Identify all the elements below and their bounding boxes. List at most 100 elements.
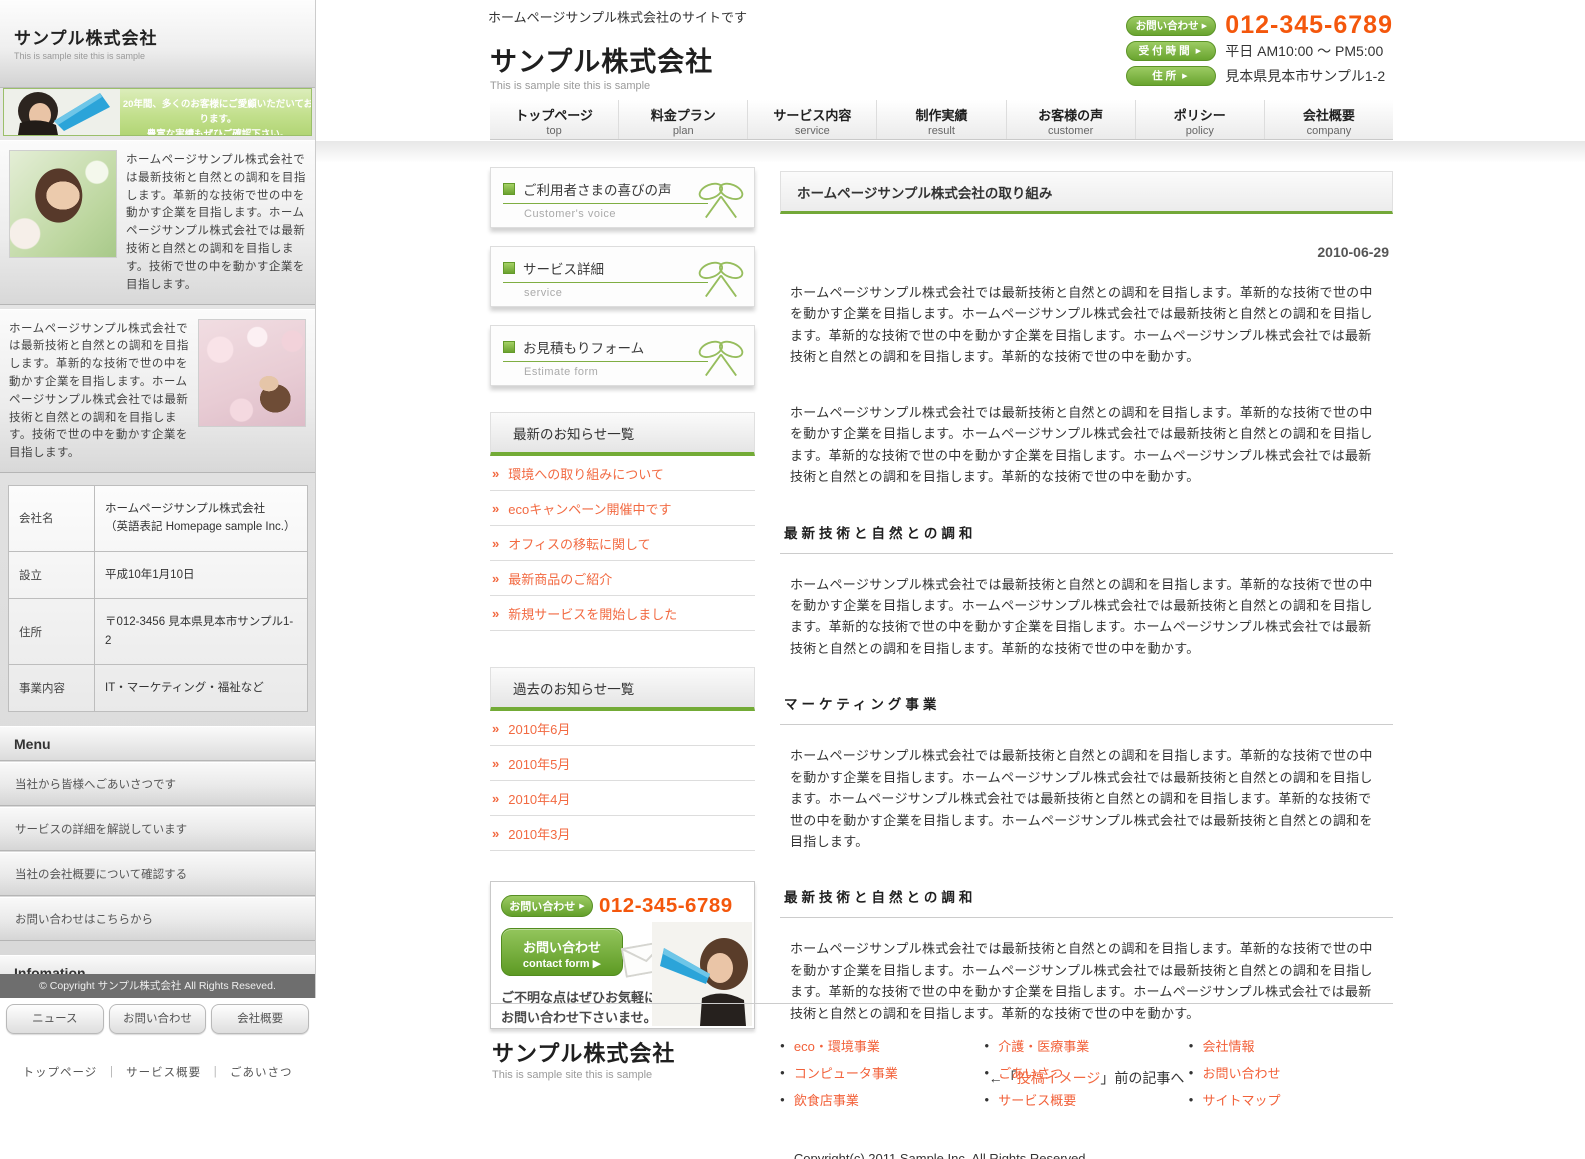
section-heading: 最新技術と自然との調和 — [780, 522, 1393, 554]
footer-link-item[interactable]: ● 飲食店事業 — [780, 1090, 984, 1109]
nav-sublabel: result — [877, 125, 1005, 137]
footer-link-item[interactable]: ● 会社情報 — [1189, 1036, 1393, 1055]
sidebar-logo-title: サンプル株式会社 — [14, 24, 315, 49]
nav-item-top[interactable]: トップページ top — [490, 100, 618, 139]
header: ホームページサンプル株式会社のサイトです サンプル株式会社 This is sa… — [316, 0, 1585, 100]
sidebar-logo-subtitle: This is sample site this is sample — [14, 51, 315, 61]
ribbon-icon — [694, 177, 748, 221]
promo-title: サービス詳細 — [523, 258, 604, 278]
news-item[interactable]: » 2010年6月 — [490, 711, 755, 746]
news-item[interactable]: » 2010年5月 — [490, 746, 755, 781]
section-paragraph: ホームページサンプル株式会社では最新技術と自然との調和を目指します。革新的な技術… — [780, 574, 1393, 660]
nav-item-service[interactable]: サービス内容 service — [747, 100, 876, 139]
nav-item-company[interactable]: 会社概要 company — [1264, 100, 1393, 139]
sidebar-promo-banner[interactable]: 20年間、多くのお客様にご愛顧いただいております。 豊富な実績もぜひご確認下さい… — [3, 88, 312, 136]
news-button[interactable]: ニュース — [6, 1004, 104, 1034]
sidebar-link-service[interactable]: サービス概要 — [126, 1067, 201, 1079]
footer-link: 介護・医療事業 — [998, 1036, 1089, 1055]
contact-form-button-label: お問い合わせ — [502, 937, 622, 956]
sidebar-copyright: © Copyright サンプル株式会社 All Rights Reseved. — [0, 974, 315, 998]
address-pill-label: 住所 — [1152, 68, 1179, 83]
table-row: 設立 平成10年1月10日 — [9, 551, 308, 598]
hours-pill[interactable]: 受付時間 ▶ — [1126, 41, 1216, 61]
news-item[interactable]: » オフィスの移転に関して — [490, 526, 755, 561]
sidebar-link-top[interactable]: トップページ — [22, 1067, 97, 1079]
news-link: 新規サービスを開始しました — [508, 604, 677, 623]
promo-service-detail[interactable]: サービス詳細 service — [490, 246, 755, 307]
nav-item-customer[interactable]: お客様の声 customer — [1006, 100, 1135, 139]
bullet-icon: ● — [780, 1095, 785, 1104]
section-paragraph: ホームページサンプル株式会社では最新技術と自然との調和を目指します。革新的な技術… — [780, 745, 1393, 852]
company-button[interactable]: 会社概要 — [211, 1004, 309, 1034]
news-item[interactable]: » 2010年3月 — [490, 816, 755, 851]
news-item[interactable]: » 2010年4月 — [490, 781, 755, 816]
chevron-marker-icon: » — [492, 756, 499, 771]
contact-pill[interactable]: お問い合わせ ▶ — [1126, 16, 1216, 36]
company-name-value: ホームページサンプル株式会社 （英語表記 Homepage sample Inc… — [95, 486, 308, 552]
arrow-icon: ▶ — [579, 902, 584, 910]
footer-link-item[interactable]: ● お問い合わせ — [1189, 1063, 1393, 1082]
contact-button[interactable]: お問い合わせ — [109, 1004, 207, 1034]
contact-hours-row: 受付時間 ▶ 平日 AM10:00 ～ PM5:00 — [1126, 40, 1393, 61]
sidebar-menu-item-company[interactable]: 当社の会社概要について確認する — [0, 852, 315, 896]
sidebar-intro-block-2: ホームページサンプル株式会社では最新技術と自然との調和を目指します。革新的な技術… — [0, 309, 315, 474]
megaphone-woman-photo — [4, 89, 120, 135]
chevron-marker-icon: » — [492, 501, 499, 516]
nav-item-result[interactable]: 制作実績 result — [876, 100, 1005, 139]
phone-number: 012-345-6789 — [599, 894, 733, 918]
site-logo-subtitle: This is sample site this is sample — [490, 80, 713, 92]
arrow-icon: ▶ — [1202, 22, 1207, 30]
portrait-photo — [9, 150, 117, 258]
nav-label: トップページ — [490, 105, 618, 124]
megaphone-woman-illustration — [4, 89, 120, 135]
news-link: 2010年4月 — [508, 789, 570, 808]
promo-title-row: ご利用者さまの喜びの声 — [503, 179, 708, 204]
latest-news-box: 最新のお知らせ一覧 » 環境への取り組みについて » ecoキャンペーン開催中で… — [490, 412, 755, 631]
news-link: 最新商品のご紹介 — [508, 569, 612, 588]
footer-link-item[interactable]: ● ごあいさつ — [984, 1063, 1188, 1082]
footer-link: 飲食店事業 — [794, 1090, 859, 1109]
footer: サンプル株式会社 This is sample site this is sam… — [490, 1003, 1393, 1159]
middle-column: ご利用者さまの喜びの声 Customer's voice サービス詳細 serv… — [490, 167, 755, 1029]
footer-link-item[interactable]: ● eco・環境事業 — [780, 1036, 984, 1055]
site-logo[interactable]: サンプル株式会社 This is sample site this is sam… — [490, 40, 713, 92]
nav-sublabel: policy — [1136, 125, 1264, 137]
footer-link-item[interactable]: ● サービス概要 — [984, 1090, 1188, 1109]
promo-title-row: お見積もりフォーム — [503, 337, 708, 362]
nav-item-policy[interactable]: ポリシー policy — [1135, 100, 1264, 139]
bullet-icon: ● — [984, 1041, 989, 1050]
sidebar-link-greeting[interactable]: ごあいさつ — [230, 1067, 293, 1079]
news-item[interactable]: » ecoキャンペーン開催中です — [490, 491, 755, 526]
news-link: オフィスの移転に関して — [508, 534, 650, 553]
sidebar-menu-item-greeting[interactable]: 当社から皆様へごあいさつです — [0, 762, 315, 806]
footer-logo[interactable]: サンプル株式会社 This is sample site this is sam… — [490, 1036, 780, 1117]
past-news-box: 過去のお知らせ一覧 » 2010年6月 » 2010年5月 » 2010年4月 — [490, 667, 755, 851]
nav-sublabel: customer — [1007, 125, 1135, 137]
nav-sublabel: company — [1265, 125, 1393, 137]
contact-pill-label: お問い合わせ — [1136, 18, 1199, 33]
nav-label: お客様の声 — [1007, 105, 1135, 124]
news-item[interactable]: » 新規サービスを開始しました — [490, 596, 755, 631]
sidebar-menu-item-service[interactable]: サービスの詳細を解説しています — [0, 807, 315, 851]
chevron-marker-icon: » — [492, 791, 499, 806]
footer-link-item[interactable]: ● コンピュータ事業 — [780, 1063, 984, 1082]
promo-estimate-form[interactable]: お見積もりフォーム Estimate form — [490, 325, 755, 386]
sidebar-intro-text: ホームページサンプル株式会社では最新技術と自然との調和を目指します。革新的な技術… — [9, 319, 189, 464]
footer-columns: サンプル株式会社 This is sample site this is sam… — [490, 1004, 1393, 1117]
footer-link: お問い合わせ — [1203, 1063, 1281, 1082]
footer-link-item[interactable]: ● 介護・医療事業 — [984, 1036, 1188, 1055]
contact-form-button-sublabel: contact form ▶ — [502, 957, 622, 970]
chevron-marker-icon: » — [492, 606, 499, 621]
news-item[interactable]: » 最新商品のご紹介 — [490, 561, 755, 596]
contact-form-button[interactable]: お問い合わせ contact form ▶ — [501, 928, 623, 976]
news-item[interactable]: » 環境への取り組みについて — [490, 456, 755, 491]
nav-item-plan[interactable]: 料金プラン plan — [618, 100, 747, 139]
bullet-icon: ● — [780, 1041, 785, 1050]
promo-customer-voice[interactable]: ご利用者さまの喜びの声 Customer's voice — [490, 167, 755, 228]
contact-pill-label: お問い合わせ — [509, 898, 575, 914]
sidebar-menu-item-contact[interactable]: お問い合わせはこちらから — [0, 897, 315, 941]
nav-label: ポリシー — [1136, 105, 1264, 124]
address-pill[interactable]: 住所 ▶ — [1126, 66, 1216, 86]
footer-link-item[interactable]: ● サイトマップ — [1189, 1090, 1393, 1109]
footer-link: ごあいさつ — [998, 1063, 1063, 1082]
